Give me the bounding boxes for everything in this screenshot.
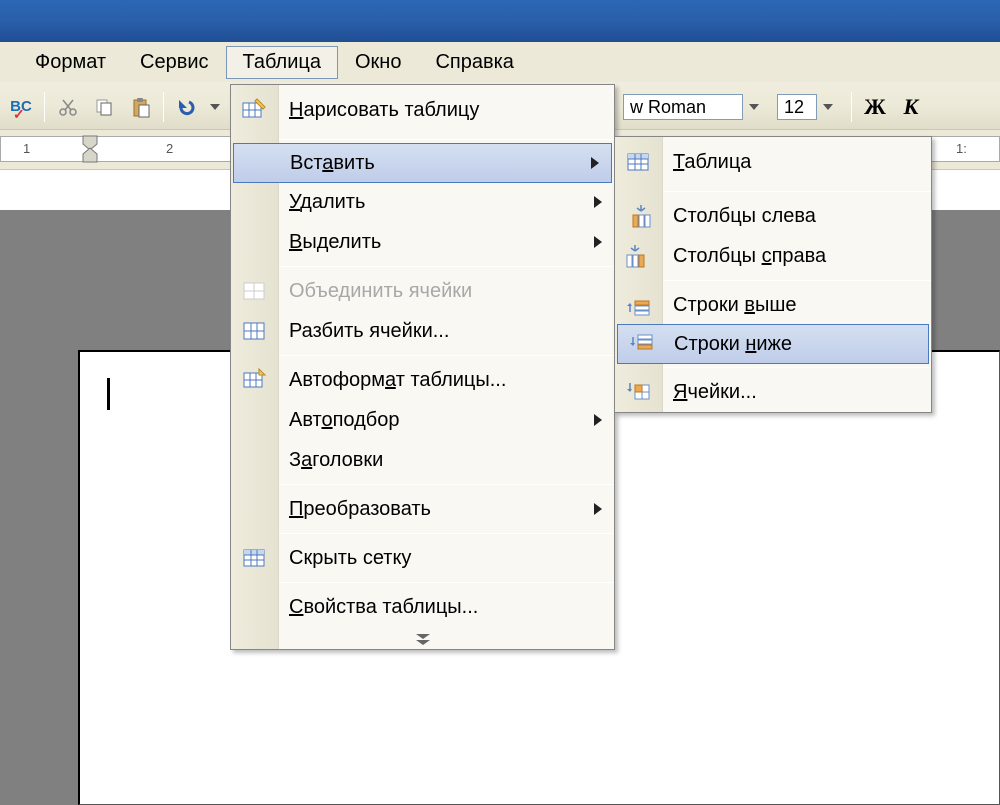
menu-item-label: Строки выше xyxy=(673,294,797,317)
menu-item-label: Свойства таблицы... xyxy=(289,596,478,619)
ruler-tick: 1: xyxy=(956,141,967,156)
menu-item-label: Преобразовать xyxy=(289,498,431,521)
bold-button[interactable]: Ж xyxy=(861,93,889,121)
menu-item[interactable]: Строки выше xyxy=(615,285,931,325)
indent-marker-icon[interactable] xyxy=(81,134,99,164)
submenu-arrow-icon xyxy=(594,196,602,208)
toolbar-separator xyxy=(44,92,45,122)
rows-above-icon xyxy=(623,290,653,320)
toolbar-separator xyxy=(163,92,164,122)
menu-separator xyxy=(279,139,614,140)
menu-item-label: Разбить ячейки... xyxy=(289,320,449,343)
spellcheck-icon[interactable]: BC ✓ xyxy=(7,93,35,121)
menu-item-label: Строки ниже xyxy=(674,333,792,356)
menu-separator xyxy=(663,191,931,192)
ruler-tick: 1 xyxy=(23,141,30,156)
copy-icon[interactable] xyxy=(90,93,118,121)
undo-dropdown-icon[interactable] xyxy=(206,94,224,120)
menu-item[interactable]: Столбцы справа xyxy=(615,236,931,276)
expand-menu-icon[interactable] xyxy=(231,627,614,649)
menu-help[interactable]: Справка xyxy=(418,46,530,79)
rows-below-icon xyxy=(626,329,656,359)
insert-submenu-dropdown: Таблица Столбцы слева Столбцы справа Строки… xyxy=(614,136,932,413)
menu-table[interactable]: Таблица xyxy=(226,46,338,79)
menu-item-label: Таблица xyxy=(673,151,751,174)
merge-cells-icon xyxy=(239,276,269,306)
menu-item-label: Объединить ячейки xyxy=(289,280,472,303)
menu-item[interactable]: Автоподбор xyxy=(231,400,614,440)
menu-item[interactable]: Ячейки... xyxy=(615,372,931,412)
menu-separator xyxy=(279,355,614,356)
undo-icon[interactable] xyxy=(173,93,201,121)
font-size-text: 12 xyxy=(784,97,804,117)
window-titlebar xyxy=(0,0,1000,42)
italic-button[interactable]: К xyxy=(897,93,925,121)
menu-format[interactable]: Формат xyxy=(18,46,123,79)
hide-grid-icon xyxy=(239,543,269,573)
menu-item[interactable]: Преобразовать xyxy=(231,489,614,529)
split-cells-icon xyxy=(239,316,269,346)
menu-item[interactable]: Скрыть сетку xyxy=(231,538,614,578)
menu-item-label: Автоподбор xyxy=(289,409,399,432)
submenu-arrow-icon xyxy=(594,503,602,515)
menu-item[interactable]: Строки ниже xyxy=(617,324,929,364)
autoformat-icon xyxy=(239,365,269,395)
menu-item[interactable]: Вставить xyxy=(233,143,612,183)
menu-item: Объединить ячейки xyxy=(231,271,614,311)
menu-item[interactable]: Заголовки xyxy=(231,440,614,480)
cut-icon[interactable] xyxy=(54,93,82,121)
cols-right-icon xyxy=(623,241,653,271)
menu-item-label: Автоформат таблицы... xyxy=(289,369,506,392)
submenu-arrow-icon xyxy=(594,236,602,248)
menubar: Формат Сервис Таблица Окно Справка xyxy=(0,42,1000,84)
toolbar-separator xyxy=(851,92,852,122)
menu-item[interactable]: Разбить ячейки... xyxy=(231,311,614,351)
menu-separator xyxy=(663,367,931,368)
menu-item-label: Нарисовать таблицу xyxy=(289,99,479,122)
menu-separator xyxy=(279,266,614,267)
menu-item-label: Удалить xyxy=(289,191,365,214)
text-cursor xyxy=(107,378,110,410)
menu-separator xyxy=(279,533,614,534)
menu-item-label: Выделить xyxy=(289,231,381,254)
table-icon xyxy=(623,147,653,177)
menu-item[interactable]: Таблица xyxy=(615,137,931,187)
table-menu-dropdown: Нарисовать таблицу Вставить Удалить Выделит… xyxy=(230,84,615,650)
menu-item-label: Заголовки xyxy=(289,449,383,472)
submenu-arrow-icon xyxy=(594,414,602,426)
draw-table-icon xyxy=(239,95,269,125)
submenu-arrow-icon xyxy=(591,157,599,169)
menu-item-label: Ячейки... xyxy=(673,381,757,404)
menu-separator xyxy=(279,582,614,583)
menu-item[interactable]: Выделить xyxy=(231,222,614,262)
menu-separator xyxy=(279,484,614,485)
paste-icon[interactable] xyxy=(126,93,154,121)
font-name-dropdown-icon[interactable] xyxy=(745,94,763,120)
cols-left-icon xyxy=(623,201,653,231)
menu-item-label: Столбцы слева xyxy=(673,205,816,228)
menu-separator xyxy=(663,280,931,281)
menu-item[interactable]: Свойства таблицы... xyxy=(231,587,614,627)
menu-window[interactable]: Окно xyxy=(338,46,418,79)
menu-item[interactable]: Нарисовать таблицу xyxy=(231,85,614,135)
menu-item-label: Столбцы справа xyxy=(673,245,826,268)
font-name-text: w Roman xyxy=(630,97,706,117)
menu-service[interactable]: Сервис xyxy=(123,46,226,79)
ruler-tick: 2 xyxy=(166,141,173,156)
menu-item-label: Скрыть сетку xyxy=(289,547,411,570)
menu-item-label: Вставить xyxy=(290,152,375,175)
menu-item[interactable]: Автоформат таблицы... xyxy=(231,360,614,400)
menu-item[interactable]: Столбцы слева xyxy=(615,196,931,236)
font-name-field[interactable]: w Roman xyxy=(623,94,743,120)
cells-icon xyxy=(623,377,653,407)
font-size-field[interactable]: 12 xyxy=(777,94,817,120)
menu-item[interactable]: Удалить xyxy=(231,182,614,222)
font-size-dropdown-icon[interactable] xyxy=(819,94,837,120)
